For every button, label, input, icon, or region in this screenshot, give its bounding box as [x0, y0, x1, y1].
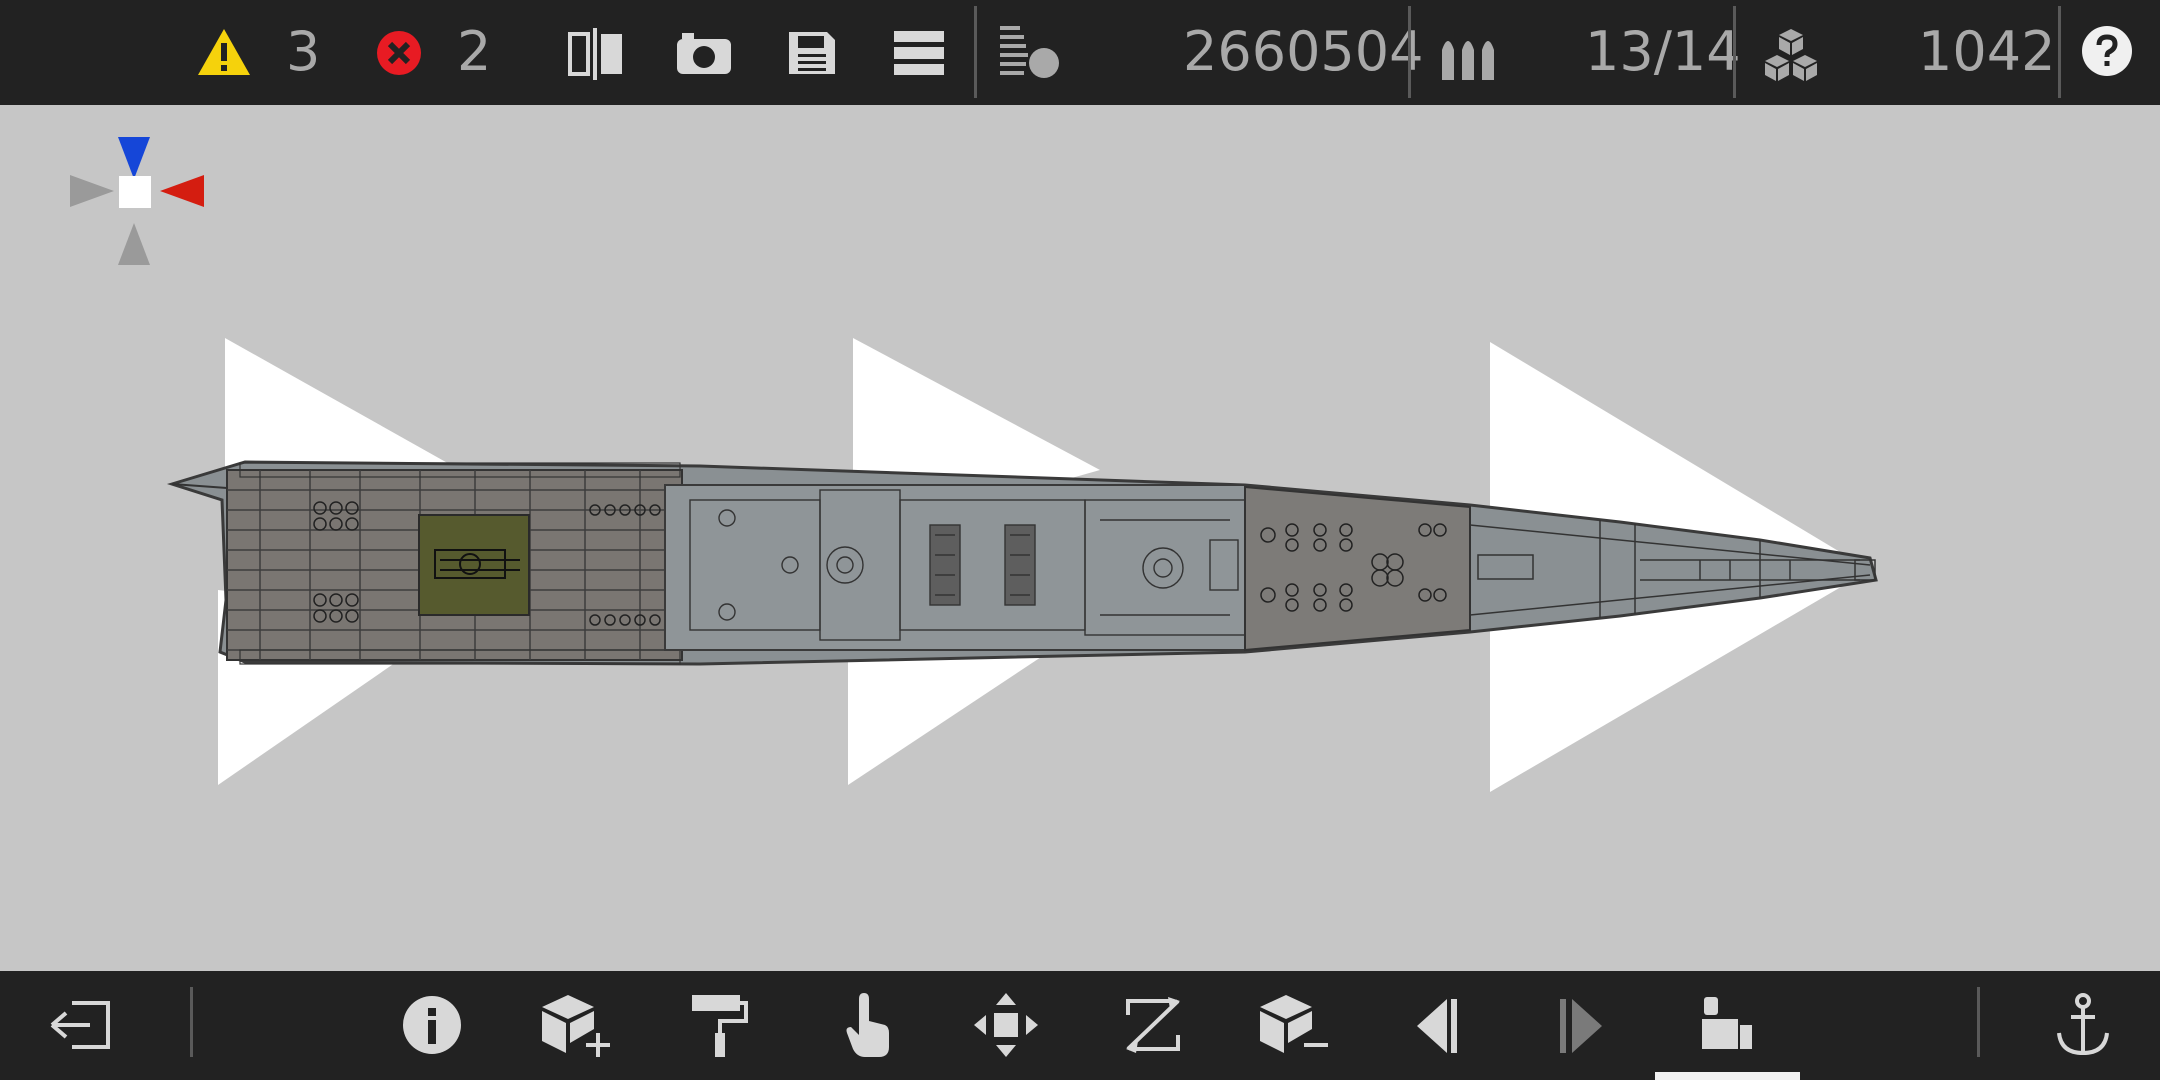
undo-icon[interactable]	[1415, 999, 1461, 1053]
toolbar-divider	[974, 6, 977, 98]
pointer-hand-icon[interactable]	[845, 993, 891, 1059]
rotate-frame-icon[interactable]	[1124, 997, 1182, 1053]
anchor-icon[interactable]	[2055, 993, 2111, 1057]
mirror-split-icon[interactable]	[567, 28, 625, 80]
add-block-icon[interactable]	[540, 993, 612, 1057]
save-icon[interactable]	[787, 30, 837, 76]
active-tab-indicator	[1655, 1072, 1800, 1080]
ammo-shells-icon[interactable]	[1440, 30, 1498, 82]
camera-icon[interactable]	[675, 30, 733, 76]
help-icon[interactable]	[2082, 26, 2132, 76]
error-x-icon[interactable]	[375, 29, 423, 77]
stats-bars-icon[interactable]	[1000, 26, 1062, 82]
toolbar-divider	[2058, 6, 2061, 98]
menu-icon[interactable]	[894, 31, 944, 75]
redo-icon[interactable]	[1558, 999, 1604, 1053]
build-viewport[interactable]	[0, 105, 2160, 971]
move-arrows-icon[interactable]	[974, 993, 1038, 1057]
info-icon[interactable]	[402, 995, 462, 1055]
warnings-count: 3	[286, 20, 321, 83]
toolbar-divider	[1733, 6, 1736, 98]
weapons-value: 13/14	[1585, 20, 1741, 83]
toolbar-divider	[1408, 6, 1411, 98]
crew-seat-icon[interactable]	[1700, 997, 1754, 1053]
bottom-toolbar	[0, 971, 2160, 1080]
mass-value: 2660504	[1183, 20, 1424, 83]
toolbar-divider	[1977, 987, 1980, 1057]
blocks-cubes-icon[interactable]	[1761, 27, 1821, 83]
ship-model[interactable]	[0, 105, 2160, 971]
warning-triangle-icon[interactable]	[196, 27, 252, 77]
toolbar-divider	[190, 987, 193, 1057]
exit-icon[interactable]	[50, 999, 112, 1051]
top-toolbar: 3 2 2660504 13/14 1042	[0, 0, 2160, 105]
blocks-value: 1042	[1918, 20, 2056, 83]
errors-count: 2	[457, 20, 492, 83]
paint-roller-icon[interactable]	[690, 993, 750, 1059]
remove-block-icon[interactable]	[1258, 993, 1330, 1057]
